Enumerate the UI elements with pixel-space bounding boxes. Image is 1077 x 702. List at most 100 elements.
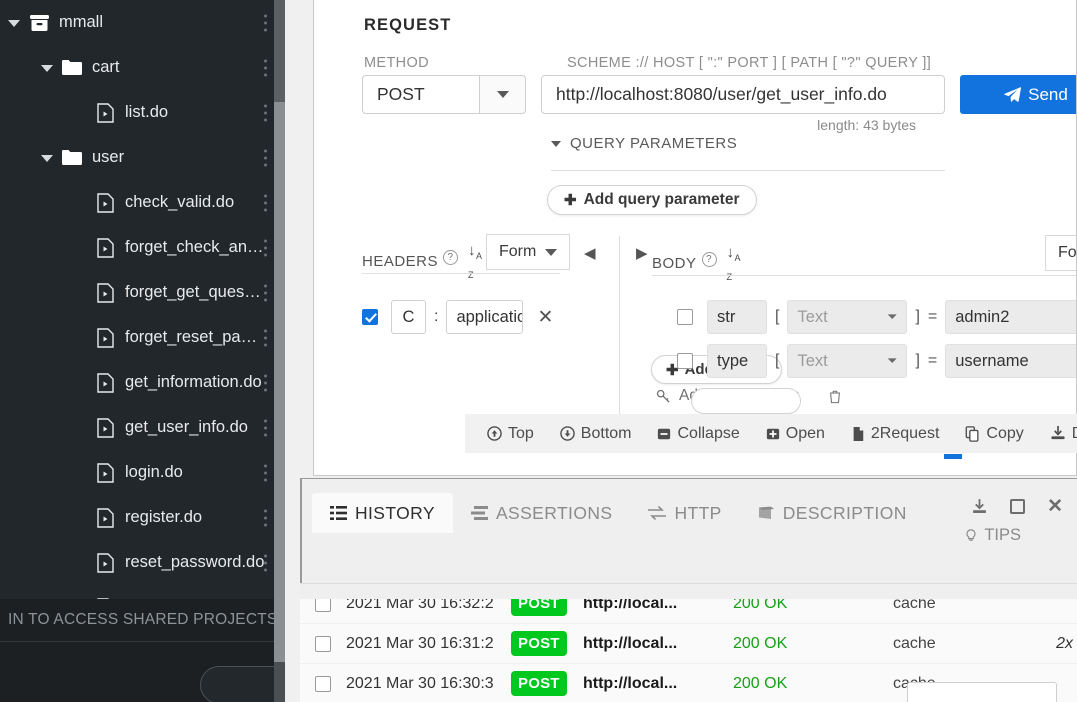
body-enabled-checkbox[interactable] (677, 309, 693, 325)
body-value-input[interactable]: username (945, 344, 1076, 378)
book-icon (758, 506, 775, 520)
tree-item-menu-icon[interactable] (263, 239, 267, 256)
tab-assertions[interactable]: ASSERTIONS (453, 493, 631, 533)
help-icon[interactable]: ? (443, 249, 459, 265)
tree-item-menu-icon[interactable] (263, 194, 267, 211)
trash-icon[interactable] (828, 389, 842, 404)
send-button[interactable]: Send (960, 75, 1076, 114)
toolbar-down-button[interactable]: Down (1050, 425, 1077, 443)
tree-item-cart[interactable]: cart (0, 45, 285, 90)
history-filter-input[interactable] (907, 682, 1057, 702)
tree-item-menu-icon[interactable] (263, 104, 267, 121)
tree-item-forget-get-ques-[interactable]: forget_get_ques… (0, 270, 285, 315)
body-mode-select[interactable]: Form (1045, 235, 1076, 271)
toolbar-open-button[interactable]: Open (766, 425, 825, 443)
chevron-down-icon: ⏷ (887, 353, 898, 368)
tree-item-menu-icon[interactable] (263, 284, 267, 301)
tree-item-mmall[interactable]: mmall (0, 0, 285, 45)
tree-item-forget-check-an-[interactable]: forget_check_an… (0, 225, 285, 270)
tree-item-check-valid-do[interactable]: check_valid.do (0, 180, 285, 225)
remove-header-button[interactable]: ✕ (537, 306, 553, 329)
sort-az-icon[interactable]: ↓A Z (468, 242, 483, 280)
scroll-right-button[interactable]: ▶ (636, 244, 648, 262)
header-key-input[interactable]: C (391, 300, 426, 334)
body-key-input[interactable]: type (707, 344, 767, 378)
tab-history[interactable]: HISTORY (312, 493, 453, 533)
toolbar-bottom-button[interactable]: Bottom (560, 425, 631, 443)
tree-item-forget-reset-pa-[interactable]: forget_reset_pa… (0, 315, 285, 360)
tips-button[interactable]: TIPS (964, 526, 1021, 545)
history-row-checkbox[interactable] (300, 675, 346, 692)
tree-item-menu-icon[interactable] (263, 14, 267, 31)
tree-item-menu-icon[interactable] (263, 554, 267, 571)
file-play-icon (94, 507, 116, 529)
history-status: 200 OK (733, 674, 788, 692)
tree-item-label: get_user_info.do (125, 418, 248, 436)
toolbar-item-label: Down (1072, 425, 1077, 443)
header-value-input[interactable]: applicatio (446, 300, 524, 334)
tab-http[interactable]: HTTP (630, 493, 739, 533)
file-play-icon (94, 462, 116, 484)
tree-item-menu-icon[interactable] (263, 149, 267, 166)
tree-item-menu-icon[interactable] (263, 509, 267, 526)
chevron-down-icon[interactable] (8, 16, 22, 30)
tree-item-reset-password-do[interactable]: reset_password.do (0, 540, 285, 585)
method-dropdown-button[interactable] (479, 76, 525, 113)
tree-item-menu-icon[interactable] (263, 464, 267, 481)
tree-item-menu-icon[interactable] (263, 419, 267, 436)
history-cache: cache (893, 634, 936, 652)
sidebar-scrollbar[interactable] (274, 0, 285, 702)
project-sidebar: mmall cart list.do user check_valid.doforget… (0, 0, 285, 702)
headers-mode-select[interactable]: Form (486, 234, 571, 270)
toolbar-collapse-button[interactable]: Collapse (657, 425, 740, 443)
tree-item-label: get_information.do (125, 373, 262, 391)
download-icon[interactable] (971, 498, 988, 515)
tree-item-register-do[interactable]: register.do (0, 495, 285, 540)
tree-item-menu-icon[interactable] (263, 329, 267, 346)
file-play-icon (94, 192, 116, 214)
tab-description[interactable]: DESCRIPTION (740, 493, 925, 533)
toolbar-top-button[interactable]: Top (487, 425, 534, 443)
query-parameters-toggle[interactable]: QUERY PARAMETERS (551, 135, 737, 152)
history-row[interactable]: 2021 Mar 30 16:31:2 POST http://local... 20… (300, 624, 1077, 664)
toolbar-copy-button[interactable]: Copy (965, 425, 1024, 443)
editor-floating-toolbar: Top Bottom Collapse Open 2Request Copy Down (465, 414, 1077, 453)
method-badge: POST (511, 671, 567, 696)
sort-az-icon[interactable]: ↓A Z (727, 244, 742, 282)
tree-item-get-user-info-do[interactable]: get_user_info.do (0, 405, 285, 450)
tree-item-get-information-do[interactable]: get_information.do (0, 360, 285, 405)
chevron-down-icon[interactable] (41, 61, 55, 75)
help-icon[interactable]: ? (701, 251, 717, 267)
body-type-select[interactable]: Text ⏷ (787, 300, 908, 334)
equals-sign: = (927, 308, 938, 325)
sidebar-footer-button[interactable] (200, 666, 285, 702)
scroll-left-button[interactable]: ◀ (584, 244, 596, 262)
toolbar-2request-button[interactable]: 2Request (851, 425, 939, 443)
body-key-input[interactable]: str (707, 300, 767, 334)
body-title: BODY (652, 254, 697, 272)
method-select[interactable]: POST (362, 75, 526, 114)
active-tab-indicator (944, 454, 962, 459)
url-input[interactable]: http://localhost:8080/user/get_user_info… (541, 75, 945, 114)
add-body-parameter-button[interactable] (691, 388, 801, 414)
maximize-square-icon[interactable] (1010, 499, 1026, 514)
add-query-parameter-button[interactable]: ✚ Add query parameter (547, 185, 757, 215)
sidebar-scrollbar-thumb[interactable] (274, 102, 285, 662)
minus-square-icon (657, 427, 671, 441)
tree-item-menu-icon[interactable] (263, 59, 267, 76)
body-value-input[interactable]: admin2 (945, 300, 1076, 334)
history-row-checkbox[interactable] (300, 635, 346, 652)
tree-item-login-do[interactable]: login.do (0, 450, 285, 495)
tree-item-list-do[interactable]: list.do (0, 90, 285, 135)
tree-item-menu-icon[interactable] (263, 374, 267, 391)
method-value: POST (377, 84, 425, 104)
close-icon[interactable]: ✕ (1047, 495, 1063, 518)
toolbar-item-label: Top (508, 424, 534, 442)
tree-item-label: forget_check_an… (125, 238, 264, 256)
chevron-down-icon[interactable] (41, 151, 55, 165)
body-type-select[interactable]: Text ⏷ (787, 344, 908, 378)
tree-item-user[interactable]: user (0, 135, 285, 180)
header-enabled-checkbox[interactable] (362, 309, 378, 325)
body-enabled-checkbox[interactable] (677, 353, 693, 369)
bracket-close: ] (915, 308, 920, 325)
